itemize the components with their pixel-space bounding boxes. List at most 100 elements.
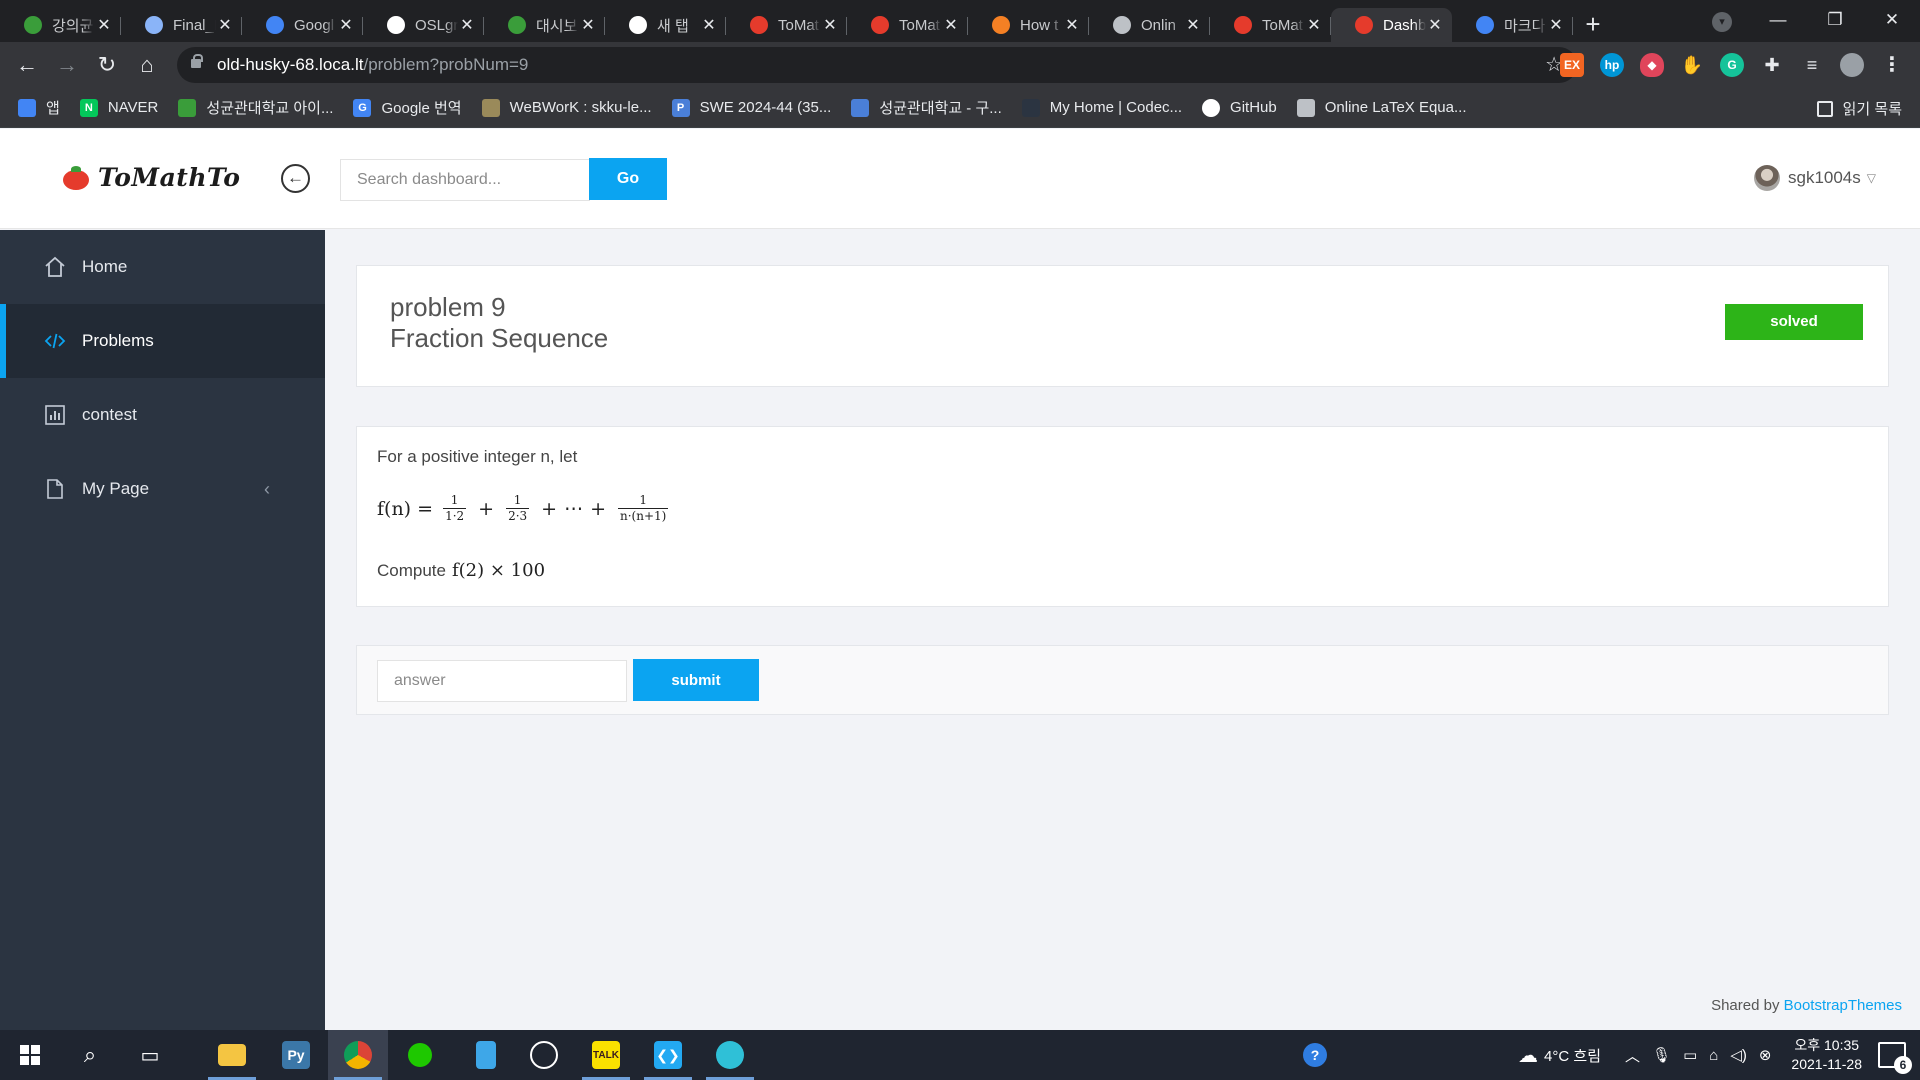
sidebar-item-my-page[interactable]: My Page ‹ xyxy=(0,452,325,526)
weather-text[interactable]: 4°C 흐림 xyxy=(1544,1045,1601,1066)
browser-tab[interactable]: 대시보 ✕ xyxy=(484,8,605,42)
hp-extension-icon[interactable]: hp xyxy=(1600,53,1624,77)
url-text[interactable]: old-husky-68.loca.lt/problem?probNum=9 xyxy=(217,55,528,75)
tab-search-icon[interactable]: ▾ xyxy=(1712,12,1732,32)
puzzle-extensions-icon[interactable]: ✚ xyxy=(1760,53,1784,77)
close-icon[interactable]: ✕ xyxy=(1426,15,1444,35)
search-go-button[interactable]: Go xyxy=(589,158,667,200)
bookmark-item[interactable]: My Home | Codec... xyxy=(1021,98,1182,117)
sidebar-item-label: contest xyxy=(82,405,137,424)
close-window-button[interactable]: ✕ xyxy=(1862,0,1920,42)
statement-intro: For a positive integer n, let xyxy=(377,447,578,466)
new-tab-button[interactable]: + xyxy=(1573,8,1613,42)
answer-input[interactable] xyxy=(377,660,627,702)
lock-icon[interactable] xyxy=(191,54,203,68)
python-icon[interactable]: Py xyxy=(266,1030,326,1080)
browser-tab[interactable]: Googl ✕ xyxy=(242,8,363,42)
file-explorer-icon[interactable] xyxy=(202,1030,262,1080)
bookmark-item[interactable]: N NAVER xyxy=(79,98,158,117)
browser-tab[interactable]: OSLgr ✕ xyxy=(363,8,484,42)
close-icon[interactable]: ✕ xyxy=(95,15,113,35)
home-icon[interactable]: ⌂ xyxy=(132,50,162,80)
url-host: old-husky-68.loca.lt xyxy=(217,55,364,74)
search-icon[interactable]: ⌕ xyxy=(60,1030,120,1080)
close-icon[interactable]: ✕ xyxy=(1184,15,1202,35)
bookmark-item[interactable]: 성균관대학교 - 구... xyxy=(851,97,1002,118)
shield-extension-icon[interactable]: ◆ xyxy=(1640,53,1664,77)
battery-icon[interactable]: ▭ xyxy=(1683,1046,1697,1064)
help-icon[interactable]: ? xyxy=(1285,1030,1345,1080)
chevron-up-icon[interactable]: ︿ xyxy=(1625,1045,1640,1066)
browser-tab[interactable]: ToMat ✕ xyxy=(847,8,968,42)
close-icon[interactable]: ✕ xyxy=(1305,15,1323,35)
bookmark-label: 성균관대학교 아이... xyxy=(206,100,334,117)
submit-button[interactable]: submit xyxy=(633,659,759,701)
close-icon[interactable]: ✕ xyxy=(458,15,476,35)
bookmark-item[interactable]: Online LaTeX Equa... xyxy=(1296,98,1467,117)
browser-tab[interactable]: ToMat ✕ xyxy=(726,8,847,42)
kakaotalk-icon[interactable]: TALK xyxy=(576,1030,636,1080)
terminal-app-icon[interactable] xyxy=(700,1030,760,1080)
close-icon[interactable]: ✕ xyxy=(337,15,355,35)
microphone-icon[interactable]: 🎙 xyxy=(1652,1046,1671,1064)
browser-tab[interactable]: 새 탭 ✕ xyxy=(605,8,726,42)
obs-icon[interactable] xyxy=(514,1030,574,1080)
close-icon[interactable]: ✕ xyxy=(942,15,960,35)
speaker-icon[interactable]: ◁) xyxy=(1730,1046,1747,1064)
back-arrow-icon[interactable]: ← xyxy=(12,50,42,80)
sidebar-item-problems[interactable]: Problems xyxy=(0,304,325,378)
cloud-weather-icon[interactable]: ☁ xyxy=(1518,1043,1538,1068)
windows-logo-icon xyxy=(20,1045,40,1065)
notification-count: 6 xyxy=(1894,1056,1912,1074)
bookmark-item[interactable]: G Google 번역 xyxy=(353,97,462,118)
reading-list-button[interactable]: 읽기 목록 xyxy=(1816,98,1902,119)
sidebar-item-home[interactable]: Home xyxy=(0,230,325,304)
close-icon[interactable]: ✕ xyxy=(1063,15,1081,35)
sidebar-toggle-back-icon[interactable]: ← xyxy=(281,164,310,193)
close-icon[interactable]: ✕ xyxy=(1547,15,1565,35)
close-icon[interactable]: ✕ xyxy=(821,15,839,35)
browser-tab[interactable]: Dashb ✕ xyxy=(1331,8,1452,42)
footer-link[interactable]: BootstrapThemes xyxy=(1784,997,1902,1014)
browser-tab[interactable]: 강의균 ✕ xyxy=(0,8,121,42)
search-input[interactable] xyxy=(340,159,590,201)
sidebar-item-contest[interactable]: contest xyxy=(0,378,325,452)
reload-icon[interactable]: ↻ xyxy=(92,50,122,80)
bookmark-item[interactable]: 성균관대학교 아이... xyxy=(178,97,333,118)
grammarly-icon[interactable]: G xyxy=(1720,53,1744,77)
bookmark-item[interactable]: GitHub xyxy=(1202,98,1277,117)
close-icon[interactable]: ✕ xyxy=(216,15,234,35)
notification-center-icon[interactable]: 6 xyxy=(1878,1042,1912,1074)
logo[interactable]: ToMathTo xyxy=(62,163,240,192)
browser-tab[interactable]: Onlin ✕ xyxy=(1089,8,1210,42)
browser-tab[interactable]: 마크다 ✕ xyxy=(1452,8,1573,42)
vscode-icon[interactable]: ❮❯ xyxy=(638,1030,698,1080)
ex-extension-icon[interactable]: EX xyxy=(1560,53,1584,77)
address-bar[interactable]: old-husky-68.loca.lt/problem?probNum=9 ☆ xyxy=(177,47,1577,83)
task-view-icon[interactable]: ▭ xyxy=(120,1030,180,1080)
close-icon[interactable]: ✕ xyxy=(579,15,597,35)
user-menu[interactable]: sgk1004s ▽ xyxy=(1753,165,1876,191)
bookmark-item[interactable]: WeBWorK : skku-le... xyxy=(481,98,652,117)
profile-avatar-icon[interactable] xyxy=(1840,53,1864,77)
ime-icon[interactable]: ⊗ xyxy=(1759,1046,1772,1064)
menu-kebab-icon[interactable]: ⋮ xyxy=(1880,53,1904,77)
network-icon[interactable]: ⌂ xyxy=(1709,1047,1718,1064)
browser-tab[interactable]: ToMat ✕ xyxy=(1210,8,1331,42)
green-app-icon[interactable] xyxy=(390,1030,450,1080)
restore-button[interactable]: ❐ xyxy=(1805,0,1865,42)
minimize-button[interactable]: — xyxy=(1748,0,1808,42)
start-button[interactable] xyxy=(0,1030,60,1080)
clock[interactable]: 오후 10:35 2021-11-28 xyxy=(1791,1036,1862,1074)
notepad-icon[interactable] xyxy=(456,1030,516,1080)
bookmark-item[interactable]: P SWE 2024-44 (35... xyxy=(671,98,831,117)
close-icon[interactable]: ✕ xyxy=(700,15,718,35)
browser-tab[interactable]: How t ✕ xyxy=(968,8,1089,42)
bookmark-item[interactable]: 앱 xyxy=(18,97,60,118)
google-icon xyxy=(1476,16,1494,34)
hand-extension-icon[interactable]: ✋ xyxy=(1680,53,1704,77)
forward-arrow-icon[interactable]: → xyxy=(52,50,82,80)
media-control-icon[interactable]: ≡ xyxy=(1800,53,1824,77)
browser-tab[interactable]: Final_I ✕ xyxy=(121,8,242,42)
chrome-icon[interactable] xyxy=(328,1030,388,1080)
